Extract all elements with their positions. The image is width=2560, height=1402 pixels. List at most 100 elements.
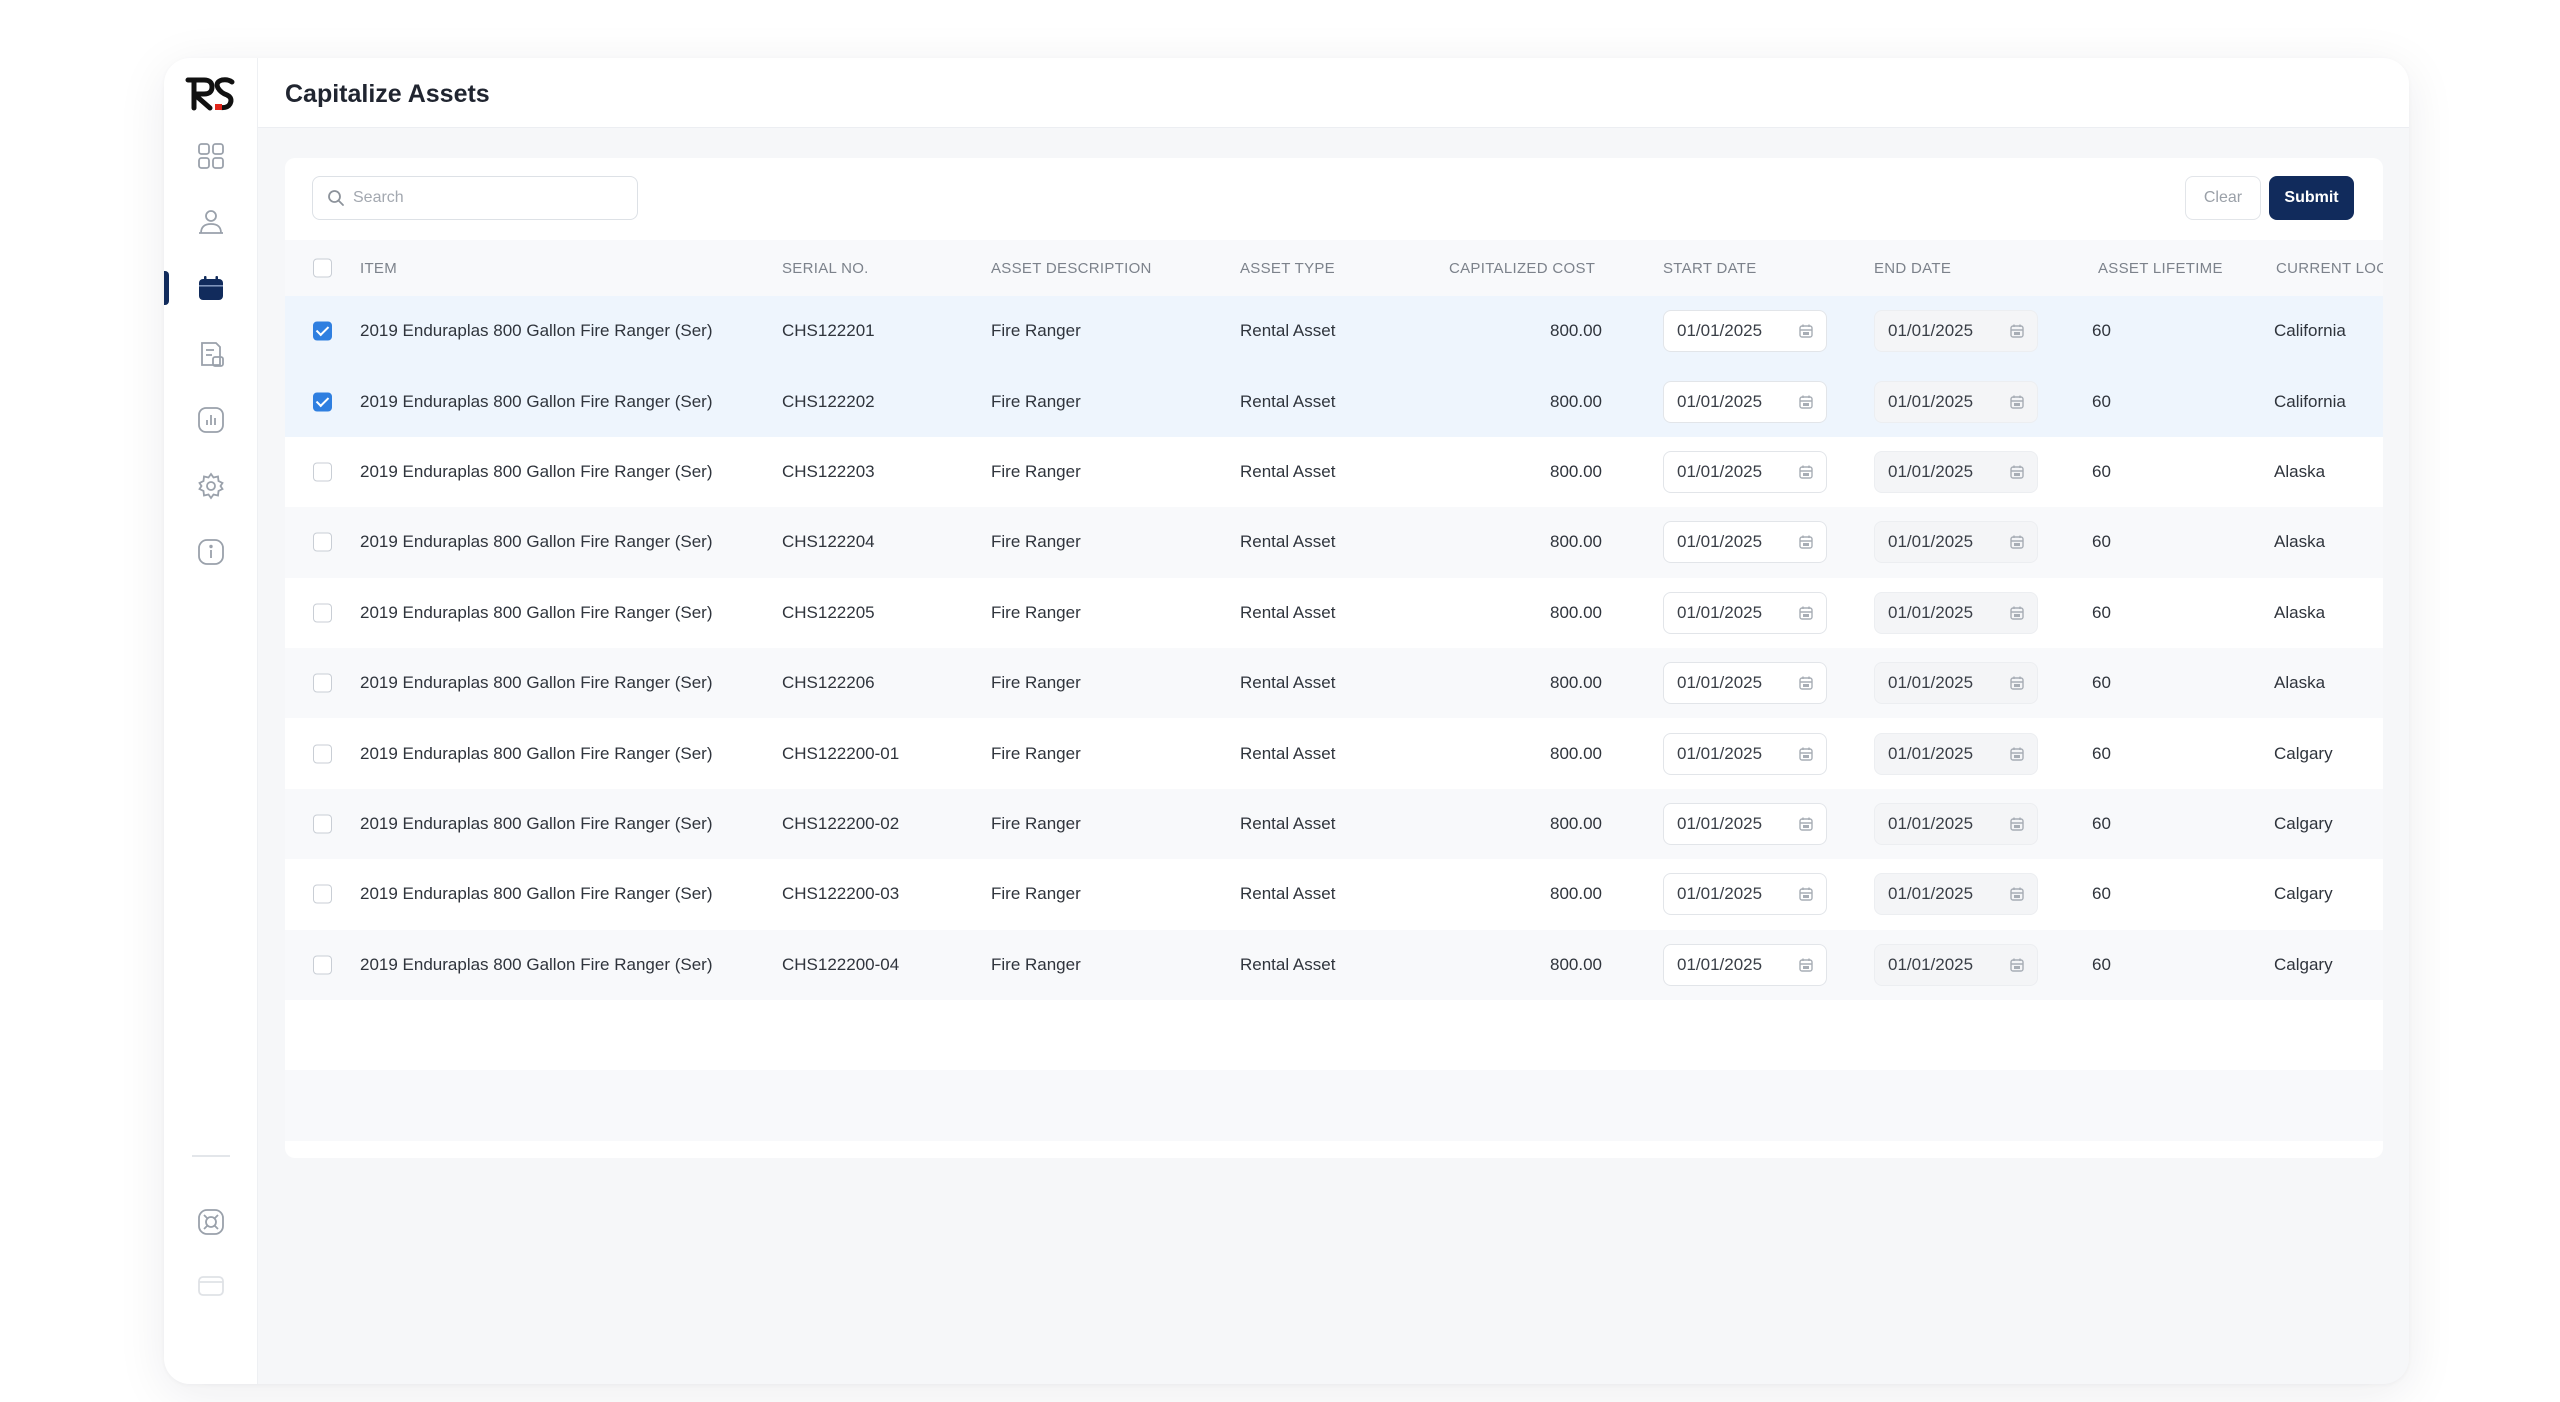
current-location: Calgary bbox=[2274, 884, 2333, 904]
table-row[interactable]: 2019 Enduraplas 800 Gallon Fire Ranger (… bbox=[285, 718, 2383, 788]
col-start-date[interactable]: START DATE bbox=[1663, 260, 1757, 277]
nav-info[interactable] bbox=[164, 527, 258, 577]
row-checkbox[interactable] bbox=[313, 392, 332, 412]
end-date-value: 01/01/2025 bbox=[1888, 813, 1974, 833]
col-lifetime[interactable]: ASSET LIFETIME bbox=[2098, 260, 2223, 277]
asset-type: Rental Asset bbox=[1240, 532, 1336, 552]
item-name: 2019 Enduraplas 800 Gallon Fire Ranger (… bbox=[360, 673, 713, 693]
search-icon bbox=[328, 190, 344, 206]
row-checkbox[interactable] bbox=[313, 673, 332, 693]
end-date-field[interactable]: 01/01/2025 bbox=[1874, 521, 2038, 564]
end-date-field[interactable]: 01/01/2025 bbox=[1874, 943, 2038, 986]
table-row[interactable]: 2019 Enduraplas 800 Gallon Fire Ranger (… bbox=[285, 647, 2383, 719]
asset-type: Rental Asset bbox=[1240, 813, 1336, 833]
row-checkbox[interactable] bbox=[313, 955, 332, 975]
start-date-field[interactable]: 01/01/2025 bbox=[1663, 732, 1827, 775]
calendar-icon bbox=[2010, 887, 2024, 902]
end-date-field[interactable]: 01/01/2025 bbox=[1874, 310, 2038, 353]
col-end-date[interactable]: END DATE bbox=[1874, 260, 1951, 277]
capitalized-cost: 800.00 bbox=[1550, 321, 1602, 341]
asset-type: Rental Asset bbox=[1240, 743, 1336, 763]
table-row[interactable]: 2019 Enduraplas 800 Gallon Fire Ranger (… bbox=[285, 578, 2383, 648]
table-row[interactable]: 2019 Enduraplas 800 Gallon Fire Ranger (… bbox=[285, 296, 2383, 367]
calendar-icon bbox=[2010, 395, 2024, 409]
start-date-field[interactable]: 01/01/2025 bbox=[1663, 450, 1827, 493]
start-date-field[interactable]: 01/01/2025 bbox=[1663, 310, 1827, 353]
row-checkbox[interactable] bbox=[313, 603, 332, 623]
start-date-field[interactable]: 01/01/2025 bbox=[1663, 662, 1827, 705]
calendar-icon bbox=[199, 276, 223, 300]
start-date-value: 01/01/2025 bbox=[1677, 602, 1763, 622]
rs-logo[interactable] bbox=[182, 74, 238, 114]
col-description[interactable]: ASSET DESCRIPTION bbox=[991, 260, 1152, 277]
end-date-field[interactable]: 01/01/2025 bbox=[1874, 380, 2038, 423]
start-date-value: 01/01/2025 bbox=[1677, 532, 1763, 552]
calendar-icon bbox=[1799, 395, 1813, 409]
start-date-field[interactable]: 01/01/2025 bbox=[1663, 591, 1827, 634]
item-name: 2019 Enduraplas 800 Gallon Fire Ranger (… bbox=[360, 954, 713, 974]
calendar-icon bbox=[1799, 887, 1813, 902]
nav-documents[interactable] bbox=[164, 329, 258, 379]
asset-type: Rental Asset bbox=[1240, 884, 1336, 904]
end-date-field[interactable]: 01/01/2025 bbox=[1874, 450, 2038, 493]
end-date-field[interactable]: 01/01/2025 bbox=[1874, 662, 2038, 705]
start-date-value: 01/01/2025 bbox=[1677, 884, 1763, 904]
start-date-field[interactable]: 01/01/2025 bbox=[1663, 873, 1827, 916]
table-row[interactable]: 2019 Enduraplas 800 Gallon Fire Ranger (… bbox=[285, 366, 2383, 437]
row-checkbox[interactable] bbox=[313, 321, 332, 341]
start-date-field[interactable]: 01/01/2025 bbox=[1663, 521, 1827, 564]
table-row[interactable]: 2019 Enduraplas 800 Gallon Fire Ranger (… bbox=[285, 507, 2383, 578]
select-all-checkbox[interactable] bbox=[313, 258, 332, 278]
capitalized-cost: 800.00 bbox=[1550, 602, 1602, 622]
nav-support[interactable] bbox=[164, 1197, 258, 1247]
assets-card: Clear Submit ITEM SERIAL NO. ASSET DESCR… bbox=[285, 158, 2383, 1158]
clear-button[interactable]: Clear bbox=[2185, 176, 2261, 220]
calendar-icon bbox=[1799, 465, 1813, 479]
col-serial[interactable]: SERIAL NO. bbox=[782, 260, 869, 277]
submit-button[interactable]: Submit bbox=[2269, 176, 2354, 220]
nav-collapse[interactable] bbox=[164, 1261, 258, 1311]
search-box[interactable] bbox=[312, 176, 638, 220]
table-body: 2019 Enduraplas 800 Gallon Fire Ranger (… bbox=[285, 296, 2383, 1141]
table-row[interactable]: 2019 Enduraplas 800 Gallon Fire Ranger (… bbox=[285, 859, 2383, 929]
search-input[interactable] bbox=[353, 189, 623, 207]
start-date-field[interactable]: 01/01/2025 bbox=[1663, 802, 1827, 845]
col-cost[interactable]: CAPITALIZED COST bbox=[1449, 260, 1595, 277]
start-date-field[interactable]: 01/01/2025 bbox=[1663, 943, 1827, 986]
capitalized-cost: 800.00 bbox=[1550, 673, 1602, 693]
table-row[interactable]: 2019 Enduraplas 800 Gallon Fire Ranger (… bbox=[285, 437, 2383, 507]
serial-number: CHS122200-03 bbox=[782, 884, 900, 904]
calendar-icon bbox=[2010, 606, 2024, 620]
end-date-field[interactable]: 01/01/2025 bbox=[1874, 802, 2038, 845]
col-location[interactable]: CURRENT LOC bbox=[2276, 260, 2383, 277]
capitalized-cost: 800.00 bbox=[1550, 954, 1602, 974]
row-checkbox[interactable] bbox=[313, 744, 332, 764]
calendar-icon bbox=[1799, 817, 1813, 831]
nav-settings[interactable] bbox=[164, 461, 258, 511]
row-checkbox[interactable] bbox=[313, 462, 332, 482]
asset-lifetime: 60 bbox=[2092, 813, 2111, 833]
nav-users[interactable] bbox=[164, 197, 258, 247]
start-date-value: 01/01/2025 bbox=[1677, 954, 1763, 974]
col-type[interactable]: ASSET TYPE bbox=[1240, 260, 1335, 277]
asset-description: Fire Ranger bbox=[991, 321, 1081, 341]
end-date-field[interactable]: 01/01/2025 bbox=[1874, 873, 2038, 916]
nav-calendar[interactable] bbox=[164, 263, 258, 313]
end-date-field[interactable]: 01/01/2025 bbox=[1874, 591, 2038, 634]
serial-number: CHS122201 bbox=[782, 321, 875, 341]
row-checkbox[interactable] bbox=[313, 884, 332, 904]
capitalized-cost: 800.00 bbox=[1550, 391, 1602, 411]
row-checkbox[interactable] bbox=[313, 532, 332, 552]
users-icon bbox=[199, 210, 223, 234]
collapse-icon bbox=[198, 1276, 224, 1296]
table-row[interactable]: 2019 Enduraplas 800 Gallon Fire Ranger (… bbox=[285, 929, 2383, 1000]
start-date-field[interactable]: 01/01/2025 bbox=[1663, 380, 1827, 423]
end-date-field[interactable]: 01/01/2025 bbox=[1874, 732, 2038, 775]
current-location: Alaska bbox=[2274, 602, 2326, 622]
start-date-value: 01/01/2025 bbox=[1677, 813, 1763, 833]
col-item[interactable]: ITEM bbox=[360, 260, 397, 277]
nav-dashboard[interactable] bbox=[164, 131, 258, 181]
nav-reports[interactable] bbox=[164, 395, 258, 445]
row-checkbox[interactable] bbox=[313, 814, 332, 834]
table-row[interactable]: 2019 Enduraplas 800 Gallon Fire Ranger (… bbox=[285, 788, 2383, 860]
